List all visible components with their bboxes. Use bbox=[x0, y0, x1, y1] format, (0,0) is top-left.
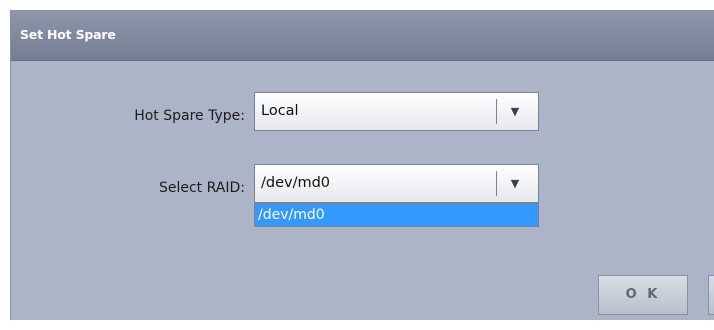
dialog-titlebar: Set Hot Spare bbox=[11, 10, 714, 61]
select-raid-value: /dev/md0 bbox=[261, 175, 331, 191]
select-raid-label: Select RAID: bbox=[158, 180, 245, 196]
dropdown-option-md0[interactable]: /dev/md0 bbox=[255, 204, 538, 226]
hot-spare-type-label: Hot Spare Type: bbox=[134, 108, 245, 124]
select-raid-dropdown-list: /dev/md0 bbox=[254, 203, 539, 227]
chevron-down-icon[interactable]: ▼ bbox=[503, 104, 527, 120]
hot-spare-type-select[interactable]: Local ▼ bbox=[254, 92, 539, 131]
set-hot-spare-dialog: Set Hot Spare Hot Spare Type: Local ▼ Se… bbox=[10, 10, 714, 320]
hot-spare-type-value: Local bbox=[261, 103, 299, 119]
ok-button[interactable]: O K bbox=[598, 275, 688, 315]
cancel-button-partial[interactable] bbox=[708, 275, 714, 315]
dialog-title: Set Hot Spare bbox=[20, 27, 116, 42]
select-raid-select[interactable]: /dev/md0 ▼ bbox=[254, 164, 539, 203]
select-divider bbox=[496, 99, 497, 124]
chevron-down-icon[interactable]: ▼ bbox=[503, 176, 527, 192]
select-divider bbox=[496, 171, 497, 196]
